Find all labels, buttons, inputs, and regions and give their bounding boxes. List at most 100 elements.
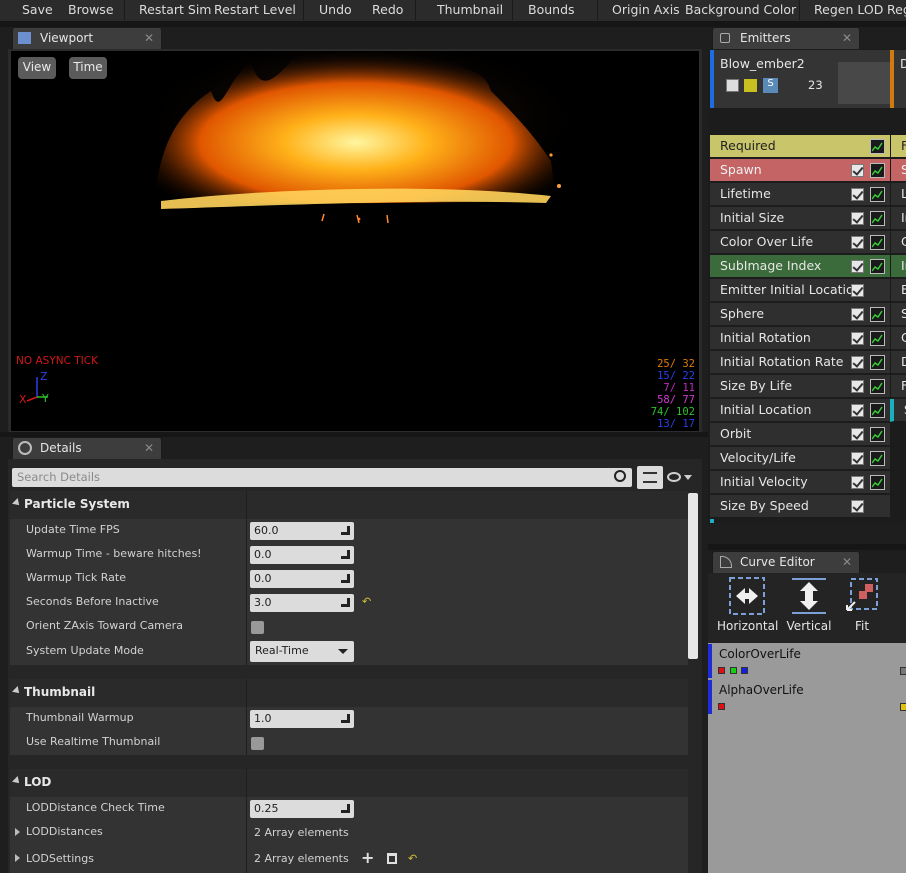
curve-graph-icon[interactable] [870, 163, 885, 178]
fit-button[interactable]: Fit [842, 576, 882, 633]
curve-graph-icon[interactable] [870, 235, 885, 250]
use-realtime-thumbnail-checkbox[interactable] [251, 737, 264, 750]
red-channel-swatch[interactable] [718, 667, 725, 674]
tab-viewport[interactable]: Viewport ✕ [12, 27, 162, 49]
browse-button[interactable]: Browse [68, 2, 114, 17]
curve-graph-icon[interactable] [870, 403, 885, 418]
property-row[interactable]: LODDistances 2 Array elements [10, 821, 688, 845]
curve-track-color[interactable]: ColorOverLife [708, 644, 906, 678]
module-row-emitter-2[interactable]: S [890, 399, 906, 422]
orient-zaxis-checkbox[interactable] [251, 621, 264, 634]
background-color-button[interactable]: Background Color [685, 2, 796, 17]
restart-sim-button[interactable]: Restart Sim [139, 2, 212, 17]
category-particle-system[interactable]: Particle System [10, 491, 688, 519]
search-details-input[interactable]: Search Details [12, 468, 632, 487]
curve-graph-icon[interactable] [870, 187, 885, 202]
category-thumbnail[interactable]: Thumbnail [10, 679, 688, 707]
module-row-emitter-2[interactable]: Ir [890, 207, 906, 230]
horizontal-fit-button[interactable]: Horizontal [717, 576, 778, 633]
curve-graph-icon[interactable] [870, 259, 885, 274]
module-enable-checkbox[interactable] [851, 164, 864, 177]
close-icon[interactable]: ✕ [842, 31, 852, 45]
module-row[interactable]: Spawn [710, 159, 890, 182]
bounds-button[interactable]: Bounds [528, 2, 575, 17]
warmup-time-field[interactable]: 0.0 [250, 546, 354, 564]
expand-arrow-icon[interactable] [15, 854, 20, 862]
curve-graph-icon[interactable] [870, 331, 885, 346]
module-enable-checkbox[interactable] [851, 404, 864, 417]
delete-all-icon[interactable] [387, 853, 397, 864]
property-matrix-button[interactable] [637, 466, 663, 489]
reset-to-default-icon[interactable]: ↶ [362, 595, 371, 608]
module-row-emitter-2[interactable]: L [890, 183, 906, 206]
module-row[interactable]: Sphere [710, 303, 890, 326]
module-enable-checkbox[interactable] [851, 452, 864, 465]
module-row-emitter-2[interactable]: E [890, 279, 906, 302]
module-enable-checkbox[interactable] [851, 236, 864, 249]
blue-channel-swatch[interactable] [741, 667, 748, 674]
module-enable-checkbox[interactable] [851, 356, 864, 369]
module-enable-checkbox[interactable] [851, 260, 864, 273]
tab-details[interactable]: Details ✕ [12, 437, 162, 459]
module-row[interactable]: Initial Velocity [710, 471, 890, 494]
curve-graph-icon[interactable] [870, 307, 885, 322]
warmup-tick-rate-field[interactable]: 0.0 [250, 570, 354, 588]
module-row-emitter-2[interactable]: C [890, 327, 906, 350]
module-row[interactable]: Required [710, 135, 890, 158]
curve-graph-icon[interactable] [870, 211, 885, 226]
thumbnail-button[interactable]: Thumbnail [437, 2, 503, 17]
category-lod[interactable]: LOD [10, 769, 688, 797]
curve-end-swatch[interactable] [900, 703, 906, 711]
green-channel-swatch[interactable] [730, 667, 737, 674]
seconds-before-inactive-field[interactable]: 3.0 [250, 594, 354, 612]
module-enable-checkbox[interactable] [851, 332, 864, 345]
system-update-mode-dropdown[interactable]: Real-Time [250, 641, 354, 662]
module-row-emitter-2[interactable]: S [890, 159, 906, 182]
update-fps-field[interactable]: 60.0 [250, 522, 354, 540]
thumbnail-warmup-field[interactable]: 1.0 [250, 710, 354, 728]
module-enable-checkbox[interactable] [851, 212, 864, 225]
save-button[interactable]: Save [22, 2, 53, 17]
alpha-channel-swatch[interactable] [718, 703, 725, 710]
details-scrollbar[interactable] [688, 493, 698, 659]
emitter-header[interactable]: Blow_ember2 S 23 [710, 50, 892, 108]
render-mode-icon[interactable] [743, 78, 758, 93]
viewport-canvas[interactable]: View Time NO ASYNC TICK Z X Y 25/ 32 15/… [10, 50, 700, 432]
regen-lod-button[interactable]: Regen LOD [814, 2, 883, 17]
tab-emitters[interactable]: Emitters ✕ [712, 27, 860, 49]
curve-graph-icon[interactable] [870, 475, 885, 490]
module-enable-checkbox[interactable] [851, 308, 864, 321]
module-row[interactable]: Initial Rotation [710, 327, 890, 350]
module-row-emitter-2[interactable]: Ir [890, 255, 906, 278]
curve-graph-icon[interactable] [870, 427, 885, 442]
expand-arrow-icon[interactable] [15, 828, 20, 836]
curve-graph-icon[interactable] [870, 451, 885, 466]
module-row[interactable]: Velocity/Life [710, 447, 890, 470]
module-row[interactable]: Initial Rotation Rate [710, 351, 890, 374]
view-button[interactable]: View [18, 57, 56, 79]
curve-graph-icon[interactable] [870, 139, 885, 154]
curve-track-alpha[interactable]: AlphaOverLife [708, 680, 906, 714]
curve-graph-icon[interactable] [870, 355, 885, 370]
time-button[interactable]: Time [69, 57, 107, 79]
tab-curve-editor[interactable]: Curve Editor ✕ [712, 551, 860, 573]
vertical-fit-button[interactable]: Vertical [785, 576, 833, 633]
solo-icon[interactable]: S [763, 78, 778, 93]
curve-graph-icon[interactable] [870, 379, 885, 394]
module-row-emitter-2[interactable]: S [890, 303, 906, 326]
module-enable-checkbox[interactable] [851, 284, 864, 297]
module-enable-checkbox[interactable] [851, 428, 864, 441]
module-row[interactable]: Orbit [710, 423, 890, 446]
close-icon[interactable]: ✕ [842, 555, 852, 569]
reset-to-default-icon[interactable]: ↶ [408, 852, 417, 865]
module-row[interactable]: Initial Location [710, 399, 890, 422]
module-row[interactable]: Size By Life [710, 375, 890, 398]
module-enable-checkbox[interactable] [851, 188, 864, 201]
module-row[interactable]: SubImage Index [710, 255, 890, 278]
module-enable-checkbox[interactable] [851, 476, 864, 489]
curve-end-swatch[interactable] [900, 667, 906, 675]
module-row-emitter-2[interactable]: D [890, 351, 906, 374]
redo-button[interactable]: Redo [372, 2, 403, 17]
module-row[interactable]: Initial Size [710, 207, 890, 230]
undo-button[interactable]: Undo [319, 2, 352, 17]
